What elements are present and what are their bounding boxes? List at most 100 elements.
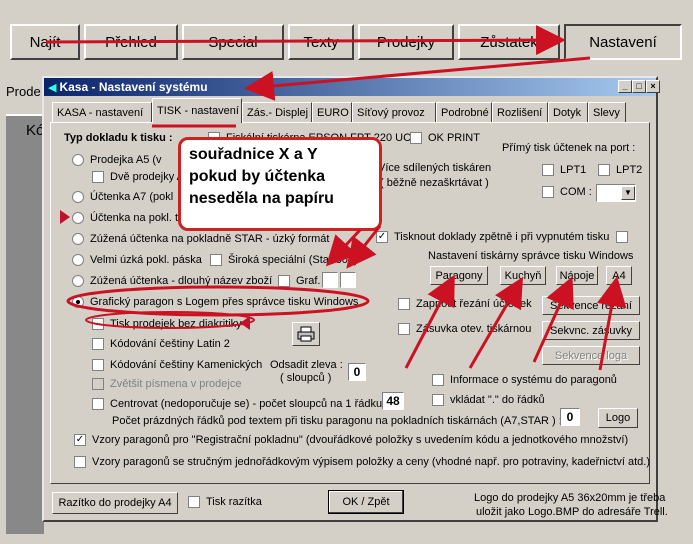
annotation-line-3: neseděla na papíru bbox=[189, 190, 334, 207]
sekvence-loga-button[interactable]: Sekvence loga bbox=[542, 346, 640, 365]
zvetsit-checkbox[interactable] bbox=[92, 378, 104, 390]
background-panel: Kó bbox=[6, 114, 44, 534]
typ-dokladu-label: Typ dokladu k tisku : bbox=[64, 132, 173, 144]
radio-zuzena-dlouhy[interactable] bbox=[72, 275, 84, 287]
graf-checkbox[interactable] bbox=[278, 275, 290, 287]
napoje-button[interactable]: Nápoje bbox=[556, 266, 598, 285]
vzory-strucny-label: Vzory paragonů se stručným jednořádkovým… bbox=[92, 456, 651, 468]
annotation-line-2: pokud by účtenka bbox=[189, 168, 326, 185]
com-label: COM : bbox=[560, 186, 592, 198]
sekvence-rezani-button[interactable]: Sekvence řezání bbox=[542, 296, 640, 315]
tab-dotyk[interactable]: Dotyk bbox=[548, 102, 588, 122]
radio-prodejka-a5-label: Prodejka A5 (v bbox=[90, 154, 162, 166]
dve-prodejky-label: Dvě prodejky A bbox=[110, 171, 184, 183]
odsadit-sub-label: ( sloupců ) bbox=[280, 372, 332, 384]
tab-podrobne[interactable]: Podrobné bbox=[436, 102, 492, 122]
ok-print-label: OK PRINT bbox=[428, 132, 480, 144]
tisk-razitka-checkbox[interactable] bbox=[188, 496, 200, 508]
toolbar-button-prehled[interactable]: Přehled bbox=[84, 24, 178, 60]
red-marker-icon-2 bbox=[240, 316, 250, 330]
radio-prodejka-a5[interactable] bbox=[72, 154, 84, 166]
kodovani-kamenicti-checkbox[interactable] bbox=[92, 359, 104, 371]
tab-euro[interactable]: EURO bbox=[312, 102, 352, 122]
centrovat-input[interactable]: 48 bbox=[382, 392, 404, 410]
zvetsit-label: Zvětšit písmena v prodejce bbox=[110, 378, 242, 390]
zapnout-rezani-checkbox[interactable] bbox=[398, 298, 410, 310]
radio-uctenka-pokl[interactable] bbox=[72, 212, 84, 224]
dialog-titlebar[interactable]: ◀ Kasa - Nastavení systému bbox=[44, 78, 656, 96]
tisk-prodejek-checkbox[interactable] bbox=[92, 318, 104, 330]
tab-sitovy-provoz[interactable]: Síťový provoz bbox=[352, 102, 436, 122]
a4-button[interactable]: A4 bbox=[606, 266, 632, 285]
toolbar-button-special[interactable]: Special bbox=[182, 24, 284, 60]
com-dropdown[interactable]: ▼ bbox=[596, 184, 636, 202]
maximize-icon[interactable]: □ bbox=[632, 80, 646, 93]
paragony-button[interactable]: Paragony bbox=[430, 266, 488, 285]
kodovani-kamenicti-label: Kódování češtiny Kamenických bbox=[110, 359, 263, 371]
tab-zas-displej[interactable]: Zás.- Displej bbox=[242, 102, 312, 122]
dialog-title: Kasa - Nastavení systému bbox=[59, 80, 208, 94]
odsadit-label: Odsadit zleva : bbox=[270, 359, 343, 371]
printer-button[interactable] bbox=[292, 322, 320, 346]
annotation-callout: souřadnice X a Y pokud by účtenka nesedě… bbox=[178, 137, 382, 231]
vkladat-checkbox[interactable] bbox=[432, 394, 444, 406]
tab-rozliseni[interactable]: Rozlišení bbox=[492, 102, 548, 122]
graf-label: Graf. bbox=[296, 275, 321, 287]
radio-graficky-paragon[interactable] bbox=[72, 296, 84, 308]
graf-x-input[interactable] bbox=[322, 272, 338, 288]
informace-checkbox[interactable] bbox=[432, 374, 444, 386]
com-checkbox[interactable] bbox=[542, 186, 554, 198]
tab-slevy[interactable]: Slevy bbox=[588, 102, 626, 122]
zasuvka-checkbox[interactable] bbox=[398, 323, 410, 335]
radio-uctenka-a7[interactable] bbox=[72, 191, 84, 203]
pocet-prazdnych-label: Počet prázdných řádků pod textem při tis… bbox=[112, 415, 562, 427]
lpt1-checkbox[interactable] bbox=[542, 164, 554, 176]
toolbar-button-najit[interactable]: Najít bbox=[10, 24, 80, 60]
radio-graficky-paragon-label: Grafický paragon s Logem přes správce ti… bbox=[90, 296, 359, 308]
ok-back-button[interactable]: OK / Zpět bbox=[328, 490, 404, 514]
vkladat-label: vkládat "." do řádků bbox=[450, 394, 545, 406]
close-icon[interactable]: × bbox=[646, 80, 660, 93]
background-title: Prode bbox=[6, 84, 41, 99]
vzory-registracni-label: Vzory paragonů pro "Registrační pokladnu… bbox=[92, 434, 629, 446]
toolbar-button-prodejky[interactable]: Prodejky bbox=[358, 24, 454, 60]
tisknout-extra-checkbox[interactable] bbox=[616, 231, 628, 243]
toolbar-button-texty[interactable]: Texty bbox=[288, 24, 354, 60]
ok-print-checkbox[interactable] bbox=[410, 132, 422, 144]
razitko-button[interactable]: Razítko do prodejky A4 bbox=[52, 492, 178, 514]
lpt2-label: LPT2 bbox=[616, 164, 643, 176]
graf-y-input[interactable] bbox=[340, 272, 356, 288]
toolbar-button-nastaveni[interactable]: Nastavení bbox=[564, 24, 682, 60]
tisknout-doklady-checkbox[interactable]: ✓ bbox=[376, 231, 388, 243]
kuchyn-button[interactable]: Kuchyň bbox=[500, 266, 546, 285]
tisk-prodejek-label: Tisk prodejek bez diakritiky bbox=[110, 318, 242, 330]
radio-uctenka-a7-label: Účtenka A7 (pokl bbox=[90, 191, 174, 203]
app-arrow-icon: ◀ bbox=[48, 81, 57, 94]
nastaveni-tiskarny-label: Nastavení tiskárny správce tisku Windows bbox=[428, 250, 634, 262]
logo-button[interactable]: Logo bbox=[598, 408, 638, 428]
radio-velmi-uzka[interactable] bbox=[72, 254, 84, 266]
minimize-icon[interactable]: _ bbox=[618, 80, 632, 93]
centrovat-checkbox[interactable] bbox=[92, 398, 104, 410]
kodovani-latin2-checkbox[interactable] bbox=[92, 338, 104, 350]
zapnout-rezani-label: Zapnout řezání účtenek bbox=[416, 298, 532, 310]
tab-kasa-nastaveni[interactable]: KASA - nastavení bbox=[52, 102, 152, 122]
pocet-prazdnych-input[interactable]: 0 bbox=[560, 408, 580, 426]
radio-zuzena-star[interactable] bbox=[72, 233, 84, 245]
chevron-down-icon[interactable]: ▼ bbox=[621, 186, 635, 200]
dve-prodejky-checkbox[interactable] bbox=[92, 171, 104, 183]
logo-note-line1: Logo do prodejky A5 36x20mm je třeba bbox=[474, 492, 666, 504]
tab-tisk-nastaveni[interactable]: TISK - nastavení bbox=[152, 98, 242, 123]
toolbar-button-zustatek[interactable]: Zůstatek bbox=[458, 24, 560, 60]
vzory-registracni-checkbox[interactable]: ✓ bbox=[74, 434, 86, 446]
sekvence-zasuvky-button[interactable]: Sekvnc. zásuvky bbox=[542, 321, 640, 340]
tisk-razitka-label: Tisk razítka bbox=[206, 496, 262, 508]
siroka-specialni-label: Široká speciální (Star 300) bbox=[228, 254, 358, 266]
siroka-specialni-checkbox[interactable] bbox=[210, 254, 222, 266]
centrovat-label: Centrovat (nedoporučuje se) - počet slou… bbox=[110, 398, 383, 410]
bezne-label: ( běžně nezaškrtávat ) bbox=[380, 177, 489, 189]
odsadit-input[interactable]: 0 bbox=[348, 363, 366, 381]
vzory-strucny-checkbox[interactable] bbox=[74, 456, 86, 468]
lpt2-checkbox[interactable] bbox=[598, 164, 610, 176]
vice-sdilenych-label: Více sdílených tiskáren bbox=[378, 162, 492, 174]
